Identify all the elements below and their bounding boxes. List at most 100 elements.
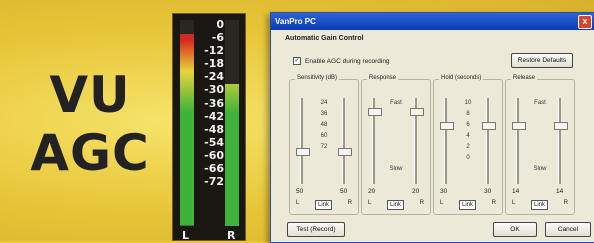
hold-right-value: 30 [484, 188, 492, 195]
response-left-value: 20 [368, 188, 376, 195]
response-scale-label [386, 109, 406, 120]
meter-tick: 0 [216, 18, 224, 31]
release-scale: Fast Slow [530, 98, 550, 175]
sensitivity-channel-row: L Link R [296, 200, 352, 210]
hold-left-value: 30 [440, 188, 448, 195]
close-icon[interactable]: x [578, 15, 592, 29]
test-record-button[interactable]: Test (Record) [287, 222, 345, 237]
sensitivity-right-slider[interactable] [338, 98, 352, 184]
hold-scale-label: 2 [466, 144, 470, 150]
sensitivity-r-label: R [347, 200, 352, 206]
sensitivity-scale-label: 36 [320, 111, 328, 117]
hold-scale-label: 10 [464, 100, 472, 106]
meter-tick: -6 [211, 31, 224, 45]
release-title: Release [511, 75, 538, 81]
release-scale-label: Fast [534, 100, 546, 106]
response-channel-row: L Link R [368, 200, 424, 210]
release-scale-label [530, 142, 550, 153]
response-right-slider[interactable] [410, 98, 424, 184]
hold-scale-label: 8 [466, 111, 470, 117]
meter-tick: -36 [204, 96, 224, 110]
hold-right-thumb[interactable] [482, 122, 496, 130]
sensitivity-link-toggle[interactable]: Link [314, 200, 332, 210]
response-scale-label: Slow [389, 166, 403, 172]
ok-button[interactable]: OK [493, 222, 537, 237]
sensitivity-right-value: 50 [340, 188, 348, 195]
response-scale-label [386, 142, 406, 153]
hold-left-thumb[interactable] [440, 122, 454, 130]
response-scale: Fast Slow [386, 98, 406, 175]
right-channel-label: R [227, 229, 236, 242]
release-left-thumb[interactable] [512, 122, 526, 130]
release-group: Release Fast Slow 14 14 L Link R [505, 75, 575, 215]
hold-group: Hold (seconds) 10 8 6 4 2 0 30 30 L Link R [433, 75, 503, 215]
enable-agc-label: Enable AGC during recording [305, 57, 390, 65]
release-left-slider[interactable] [512, 98, 526, 184]
sensitivity-left-thumb[interactable] [296, 147, 310, 156]
left-level-fill [180, 34, 194, 226]
release-channel-row: L Link R [512, 200, 568, 210]
response-group: Response Fast Slow 20 20 L Link R [361, 75, 431, 215]
enable-agc-checkbox[interactable]: ✓ [293, 57, 301, 65]
response-scale-label [386, 120, 406, 131]
hold-scale-label: 4 [466, 133, 470, 139]
hold-left-slider[interactable] [440, 98, 454, 184]
meter-scale: 0 -6 -12 -18 -24 -30 -36 -42 -48 -54 -60 -66 -72 [198, 18, 224, 188]
release-scale-label [530, 131, 550, 142]
dialog-title: VanPro PC [275, 17, 316, 26]
response-left-thumb[interactable] [368, 107, 382, 116]
right-level-bar [225, 20, 239, 226]
cancel-button[interactable]: Cancel [545, 222, 591, 237]
section-title: Automatic Gain Control [285, 35, 364, 42]
left-level-bar [180, 20, 194, 226]
sensitivity-scale-label: 48 [320, 122, 328, 128]
hold-l-label: L [440, 200, 444, 206]
hold-scale: 10 8 6 4 2 0 [458, 98, 478, 164]
release-link-toggle[interactable]: Link [530, 200, 548, 210]
response-title: Response [367, 75, 399, 81]
sensitivity-left-slider[interactable] [296, 98, 310, 184]
meter-tick: -54 [204, 135, 224, 149]
response-scale-label: Fast [390, 100, 402, 106]
restore-defaults-button[interactable]: Restore Defaults [511, 53, 573, 68]
meter-tick: -72 [204, 175, 224, 189]
release-l-label: L [512, 200, 516, 206]
hold-right-slider[interactable] [482, 98, 496, 184]
response-r-label: R [419, 200, 424, 206]
sensitivity-scale-label: 60 [320, 133, 328, 139]
left-channel-label: L [182, 229, 190, 242]
sensitivity-l-label: L [296, 200, 300, 206]
sensitivity-scale-label: 72 [320, 144, 328, 150]
hold-scale-label: 0 [466, 155, 470, 161]
enable-agc-row[interactable]: ✓ Enable AGC during recording [293, 57, 390, 65]
meter-tick: -24 [204, 70, 224, 84]
meter-tick: -18 [204, 57, 224, 71]
response-l-label: L [368, 200, 372, 206]
sensitivity-left-value: 50 [296, 188, 304, 195]
release-scale-label [530, 153, 550, 164]
response-link-toggle[interactable]: Link [386, 200, 404, 210]
sensitivity-group: Sensitivity (dB) 24 36 48 60 72 50 50 L Link R [289, 75, 359, 215]
release-left-value: 14 [512, 188, 520, 195]
hold-scale-label: 6 [466, 122, 470, 128]
meter-tick: -60 [204, 148, 224, 162]
release-r-label: R [563, 200, 568, 206]
hold-title: Hold (seconds) [439, 75, 484, 81]
release-right-value: 14 [556, 188, 564, 195]
meter-tick: -66 [204, 162, 224, 176]
sensitivity-scale: 24 36 48 60 72 [314, 98, 334, 153]
release-right-thumb[interactable] [554, 122, 568, 130]
response-left-slider[interactable] [368, 98, 382, 184]
sensitivity-title: Sensitivity (dB) [295, 75, 340, 81]
sensitivity-scale-label: 24 [320, 100, 328, 106]
hold-link-toggle[interactable]: Link [458, 200, 476, 210]
agc-dialog: VanPro PC x Automatic Gain Control ✓ Ena… [270, 12, 594, 243]
right-level-fill [225, 83, 239, 226]
response-right-thumb[interactable] [410, 107, 424, 116]
meter-tick: -12 [204, 44, 224, 58]
release-right-slider[interactable] [554, 98, 568, 184]
sensitivity-right-thumb[interactable] [338, 147, 352, 156]
meter-tick: -48 [204, 122, 224, 136]
response-scale-label [386, 131, 406, 142]
release-scale-label: Slow [533, 166, 547, 172]
